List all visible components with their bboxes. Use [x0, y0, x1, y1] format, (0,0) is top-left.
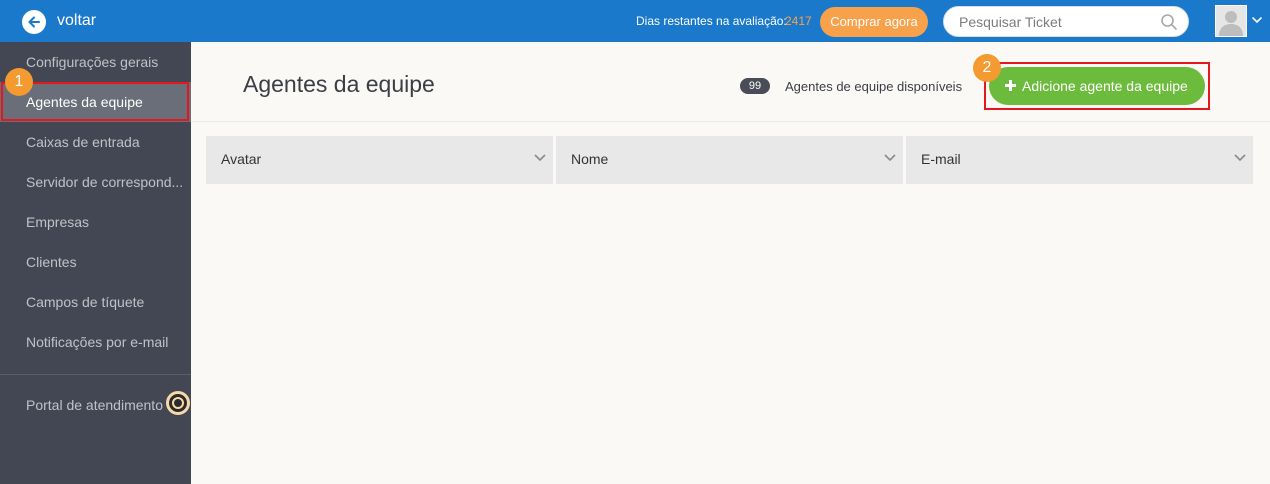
sidebar-item-ticket-fields[interactable]: Campos de tíquete — [0, 282, 191, 322]
header-divider — [191, 121, 1270, 122]
sidebar-item-inboxes[interactable]: Caixas de entrada — [0, 122, 191, 162]
sidebar-divider — [0, 374, 191, 375]
chevron-down-icon — [1234, 154, 1246, 162]
chevron-down-icon — [884, 154, 896, 162]
column-header-avatar[interactable]: Avatar — [206, 136, 553, 184]
sidebar-item-email-notifications[interactable]: Notificações por e-mail — [0, 322, 191, 362]
trial-days-count: 2417 — [785, 14, 812, 28]
back-button[interactable] — [22, 10, 46, 34]
sidebar-item-customers[interactable]: Clientes — [0, 242, 191, 282]
sidebar-item-mail-server[interactable]: Servidor de correspond... — [0, 162, 191, 202]
column-header-email[interactable]: E-mail — [906, 136, 1253, 184]
sidebar-item-companies[interactable]: Empresas — [0, 202, 191, 242]
sidebar-item-help-portal[interactable]: Portal de atendimento — [0, 385, 191, 425]
arrow-left-icon — [28, 16, 40, 28]
available-agents-count-badge: 99 — [740, 78, 770, 94]
search-icon[interactable] — [1160, 13, 1178, 31]
trial-days-label: Dias restantes na avaliação: — [636, 14, 787, 28]
plus-icon — [1005, 80, 1016, 91]
settings-sidebar: Configurações gerais Agentes da equipe C… — [0, 42, 191, 484]
available-agents-label: Agentes de equipe disponíveis — [785, 79, 963, 94]
chevron-down-icon[interactable] — [1251, 16, 1263, 24]
column-header-name[interactable]: Nome — [556, 136, 903, 184]
ticket-search-input[interactable] — [959, 13, 1159, 31]
back-label[interactable]: voltar — [57, 12, 96, 30]
add-team-agent-button[interactable]: Adicione agente da equipe — [989, 67, 1205, 105]
user-avatar[interactable] — [1215, 5, 1247, 37]
portal-ring-icon — [166, 391, 190, 415]
buy-now-button[interactable]: Comprar agora — [820, 7, 928, 37]
column-label-email: E-mail — [921, 151, 961, 167]
column-label-avatar: Avatar — [221, 151, 262, 167]
step-badge-2: 2 — [973, 54, 1001, 82]
user-silhouette-icon — [1219, 11, 1243, 36]
ticket-search[interactable] — [943, 6, 1189, 37]
step-badge-1: 1 — [5, 68, 33, 96]
chevron-down-icon — [534, 154, 546, 162]
page-title: Agentes da equipe — [243, 71, 435, 97]
column-label-name: Nome — [571, 151, 609, 167]
top-bar: voltar Dias restantes na avaliação: 2417… — [0, 0, 1270, 42]
add-team-agent-label: Adicione agente da equipe — [1022, 78, 1188, 94]
